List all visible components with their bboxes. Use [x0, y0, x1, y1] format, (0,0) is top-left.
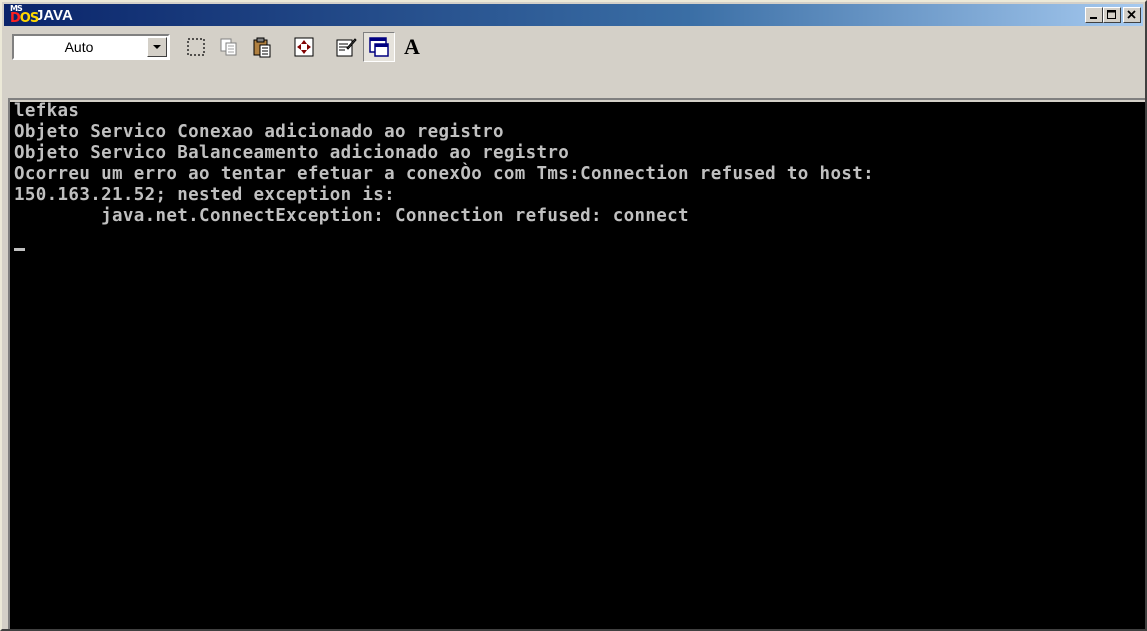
mark-icon [187, 38, 205, 56]
font-icon: A [404, 34, 420, 59]
close-icon [1127, 10, 1136, 19]
edit-button-group [180, 32, 278, 62]
paste-icon [253, 37, 271, 58]
background-icon [369, 37, 389, 57]
console-line: Objeto Servico Conexao adicionado ao reg… [14, 122, 504, 142]
properties-button[interactable] [330, 32, 362, 62]
console-line: Objeto Servico Balanceamento adicionado … [14, 143, 570, 163]
app-icon-d: D [10, 11, 21, 26]
properties-icon [336, 38, 357, 57]
copy-icon [220, 38, 237, 56]
window-title: JAVA [35, 6, 73, 24]
options-button-group: A [330, 32, 428, 62]
console-line: 150.163.21.52; nested exception is: [14, 185, 396, 205]
font-size-value: Auto [64, 39, 94, 55]
close-button[interactable] [1123, 7, 1141, 23]
chevron-down-icon [153, 44, 161, 49]
minimize-button[interactable] [1085, 7, 1103, 23]
maximize-icon [1107, 10, 1116, 19]
copy-button[interactable] [213, 32, 245, 62]
maximize-button[interactable] [1103, 7, 1121, 23]
dropdown-arrow-button[interactable] [147, 37, 167, 57]
console-window: MS DOS JAVA Auto A lefkas Objeto Servico… [0, 0, 1147, 631]
minimize-icon [1090, 17, 1097, 19]
console-line: lefkas [14, 101, 80, 121]
app-icon-dos-text: DOS [10, 11, 39, 26]
paste-button[interactable] [246, 32, 278, 62]
fullscreen-button[interactable] [288, 32, 320, 62]
app-icon-os: OS [19, 11, 39, 26]
mark-button[interactable] [180, 32, 212, 62]
console-output[interactable]: lefkas Objeto Servico Conexao adicionado… [14, 101, 874, 227]
font-button[interactable]: A [396, 32, 428, 62]
window-controls [1085, 7, 1141, 23]
console-line: java.net.ConnectException: Connection re… [14, 206, 689, 226]
msdos-app-icon[interactable]: MS DOS [10, 4, 39, 26]
background-button[interactable] [363, 32, 395, 62]
console-line: Ocorreu um erro ao tentar efetuar a cone… [14, 164, 874, 184]
toolbar: Auto A [4, 28, 1143, 66]
fullscreen-icon [294, 37, 314, 57]
view-button-group [288, 32, 320, 62]
font-size-select[interactable]: Auto [12, 34, 170, 60]
text-cursor [14, 248, 25, 251]
title-bar[interactable]: MS DOS JAVA [4, 4, 1143, 26]
